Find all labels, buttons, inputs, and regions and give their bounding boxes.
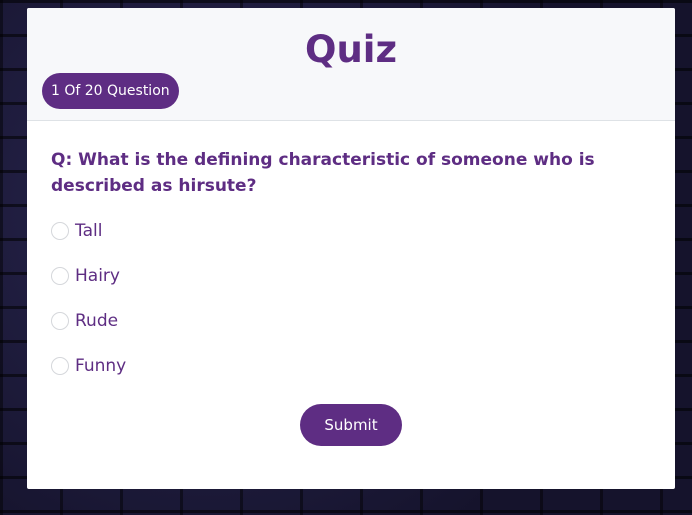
quiz-body: Q: What is the defining characteristic o… xyxy=(27,147,675,446)
radio-button[interactable] xyxy=(51,266,69,285)
radio-button[interactable] xyxy=(51,221,69,240)
answer-option-rude[interactable]: Rude xyxy=(51,298,651,343)
answer-options: Tall Hairy Rude Funny xyxy=(51,208,651,388)
option-label: Hairy xyxy=(75,265,120,286)
question-progress-badge: 1 Of 20 Question xyxy=(42,73,179,109)
answer-option-funny[interactable]: Funny xyxy=(51,343,651,388)
submit-container: Submit xyxy=(51,404,651,446)
answer-option-tall[interactable]: Tall xyxy=(51,208,651,253)
radio-button[interactable] xyxy=(51,311,69,330)
option-label: Rude xyxy=(75,310,119,331)
option-label: Funny xyxy=(75,355,127,376)
radio-button[interactable] xyxy=(51,356,69,375)
quiz-header: Quiz 1 Of 20 Question xyxy=(27,8,675,121)
quiz-title: Quiz xyxy=(304,28,397,71)
option-label: Tall xyxy=(75,220,103,241)
answer-option-hairy[interactable]: Hairy xyxy=(51,253,651,298)
quiz-card: Quiz 1 Of 20 Question Q: What is the def… xyxy=(27,8,675,489)
submit-button[interactable]: Submit xyxy=(300,404,402,446)
question-text: Q: What is the defining characteristic o… xyxy=(51,150,595,196)
